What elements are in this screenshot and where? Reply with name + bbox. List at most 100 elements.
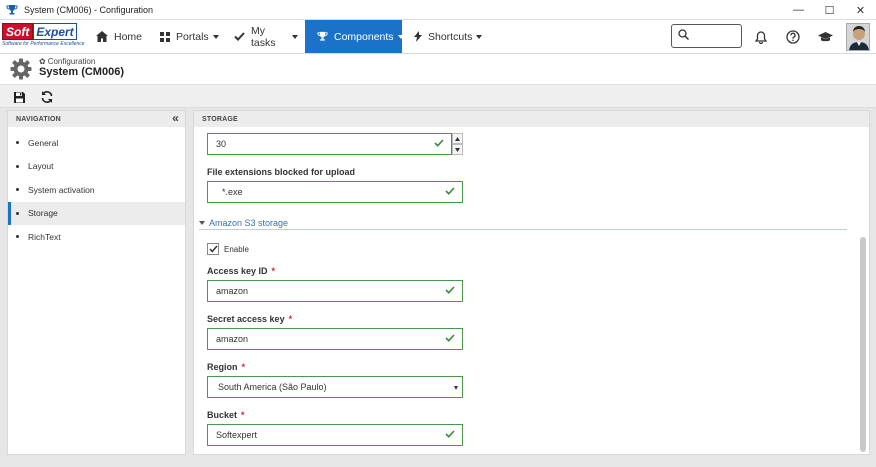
nav-item-label: Storage — [28, 208, 58, 219]
bullet-icon — [16, 211, 19, 215]
chevron-down-icon — [212, 34, 219, 39]
enable-checkbox-row[interactable]: Enable — [207, 243, 249, 255]
required-marker: * — [288, 314, 293, 324]
secret-key-field[interactable]: amazon — [207, 328, 463, 350]
stepper-down-button[interactable] — [452, 144, 463, 155]
required-marker: * — [241, 410, 245, 420]
nav-my-tasks-label: My tasks — [251, 24, 276, 49]
nav-item-general[interactable]: General — [8, 131, 185, 155]
nav-item-label: Layout — [28, 161, 54, 172]
nav-item-storage[interactable]: Storage — [8, 201, 185, 225]
window-title: System (CM006) - Configuration — [24, 4, 154, 15]
max-size-field[interactable]: 30 — [207, 133, 452, 155]
valid-check-icon — [434, 139, 444, 149]
save-icon[interactable] — [10, 88, 28, 106]
minimize-button[interactable]: — — [783, 0, 814, 20]
enable-label: Enable — [224, 244, 249, 254]
access-key-label-text: Access key ID — [207, 266, 268, 276]
navigation-panel: NAVIGATION « General Layout System activ… — [7, 110, 186, 455]
chevron-down-icon — [397, 34, 404, 39]
nav-portals-label: Portals — [176, 30, 209, 43]
nav-home[interactable]: Home — [96, 20, 148, 53]
gear-icon: ✿ — [39, 57, 46, 66]
amazon-s3-section-label: Amazon S3 storage — [209, 218, 289, 228]
vertical-scrollbar[interactable] — [860, 237, 866, 452]
blocked-extensions-label: File extensions blocked for upload — [207, 167, 356, 177]
chevron-down-icon — [454, 386, 458, 390]
nav-item-label: System activation — [28, 184, 95, 195]
window-controls: — ☐ ✕ — [783, 0, 876, 20]
navigation-panel-header: NAVIGATION « — [8, 111, 185, 127]
page-header: ✿ Configuration System (CM006) — [0, 54, 876, 84]
region-value: South America (São Paulo) — [218, 382, 327, 392]
help-icon[interactable] — [783, 27, 803, 47]
trophy-icon — [4, 2, 20, 18]
nav-portals[interactable]: Portals — [160, 20, 220, 53]
storage-panel: STORAGE 30 File extensions blocked for u… — [193, 110, 870, 455]
grid-icon — [160, 31, 170, 42]
lightning-icon — [414, 31, 422, 42]
logo-part-expert: Expert — [33, 23, 77, 40]
valid-check-icon — [445, 286, 455, 296]
nav-item-richtext[interactable]: RichText — [8, 225, 185, 249]
bullet-icon — [16, 164, 19, 168]
region-label-text: Region — [207, 362, 238, 372]
softexpert-logo[interactable]: Soft Expert Software for Performance Exc… — [2, 23, 86, 51]
secret-key-label: Secret access key * — [207, 314, 292, 324]
storage-panel-header: STORAGE — [194, 111, 869, 127]
access-key-field[interactable]: amazon — [207, 280, 463, 302]
number-stepper[interactable] — [452, 133, 463, 155]
storage-panel-title: STORAGE — [202, 115, 238, 123]
search-icon — [678, 27, 690, 45]
amazon-s3-section-header[interactable]: Amazon S3 storage — [199, 217, 847, 230]
window-titlebar: System (CM006) - Configuration — ☐ ✕ — [0, 0, 876, 20]
bucket-field[interactable]: Softexpert — [207, 424, 463, 446]
blocked-extensions-value: *.exe — [222, 187, 243, 197]
trophy-icon — [317, 31, 328, 42]
required-marker: * — [271, 266, 276, 276]
bell-icon[interactable] — [751, 27, 771, 47]
region-select[interactable]: South America (São Paulo) — [207, 376, 463, 398]
nav-item-label: RichText — [28, 231, 61, 242]
secret-key-label-text: Secret access key — [207, 314, 285, 324]
required-marker: * — [241, 362, 246, 372]
home-icon — [96, 31, 108, 42]
check-icon — [234, 32, 245, 41]
collapse-icon[interactable]: « — [172, 112, 179, 124]
maximize-button[interactable]: ☐ — [814, 0, 845, 20]
caret-down-icon — [199, 221, 205, 225]
bullet-icon — [16, 141, 19, 145]
nav-home-label: Home — [114, 30, 143, 43]
valid-check-icon — [445, 430, 455, 440]
stepper-up-button[interactable] — [452, 133, 463, 144]
nav-item-system-activation[interactable]: System activation — [8, 178, 185, 202]
search-box[interactable] — [671, 24, 742, 48]
user-avatar[interactable] — [846, 23, 870, 51]
navigation-panel-title: NAVIGATION — [16, 115, 61, 123]
close-button[interactable]: ✕ — [845, 0, 876, 20]
nav-item-layout[interactable]: Layout — [8, 155, 185, 179]
nav-shortcuts-label: Shortcuts — [428, 30, 473, 43]
refresh-icon[interactable] — [38, 88, 56, 106]
chevron-down-icon — [476, 34, 483, 39]
logo-tagline: Software for Performance Excellence — [2, 41, 85, 47]
breadcrumb: ✿ Configuration — [39, 57, 95, 66]
blocked-extensions-field[interactable]: *.exe — [207, 181, 463, 203]
storage-form: 30 File extensions blocked for upload *.… — [194, 127, 869, 454]
settings-gear-icon — [10, 58, 32, 80]
search-input[interactable] — [693, 30, 737, 42]
nav-components-label: Components — [334, 30, 394, 43]
nav-item-label: General — [28, 137, 59, 148]
bullet-icon — [16, 188, 19, 192]
graduation-cap-icon[interactable] — [815, 27, 835, 47]
bucket-label: Bucket * — [207, 410, 245, 420]
access-key-label: Access key ID * — [207, 266, 275, 276]
navigation-list: General Layout System activation Storage… — [8, 131, 185, 249]
region-label: Region * — [207, 362, 245, 372]
chevron-down-icon — [292, 34, 298, 39]
enable-checkbox[interactable] — [207, 243, 219, 255]
nav-shortcuts[interactable]: Shortcuts — [414, 20, 483, 53]
bullet-icon — [16, 235, 19, 239]
nav-components[interactable]: Components — [305, 20, 404, 53]
nav-my-tasks[interactable]: My tasks — [234, 20, 298, 53]
